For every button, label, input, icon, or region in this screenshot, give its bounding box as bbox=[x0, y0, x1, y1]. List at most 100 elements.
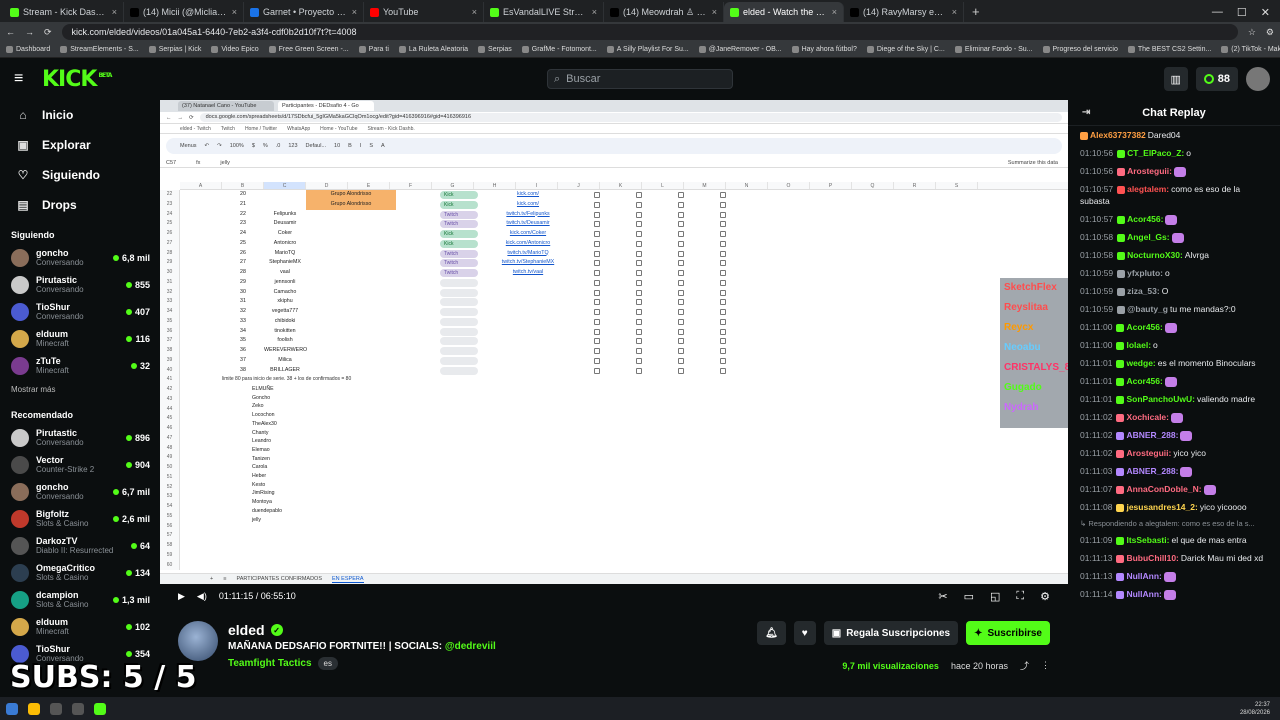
channel-item[interactable]: Bigfoltz Slots & Casino 2,6 mil bbox=[0, 505, 160, 532]
message-username[interactable]: AnnaConDoble_N: bbox=[1126, 484, 1201, 494]
address-input[interactable]: kick.com/elded/videos/01a045a1-6440-7eb2… bbox=[61, 24, 1238, 40]
browser-tab[interactable]: EsVandalLIVE Stream - Watch Li × bbox=[484, 2, 604, 22]
bookmark-item[interactable]: Video Epico bbox=[211, 46, 259, 53]
channel-item[interactable]: elduum Minecraft 116 bbox=[0, 325, 160, 352]
close-tab-icon[interactable]: × bbox=[952, 7, 957, 17]
message-username[interactable]: Acor456: bbox=[1127, 214, 1163, 224]
bookmark-item[interactable]: (2) TikTok - Make Yo... bbox=[1221, 46, 1280, 53]
minimize-icon[interactable]: — bbox=[1212, 6, 1223, 18]
bookmark-item[interactable]: Hay ahora fútbol? bbox=[791, 46, 857, 53]
streamer-avatar[interactable] bbox=[178, 621, 218, 661]
channel-item[interactable]: Pirutastic Conversando 896 bbox=[0, 424, 160, 451]
message-username[interactable]: BubuChill10: bbox=[1126, 553, 1178, 563]
bookmark-item[interactable]: Eliminar Fondo - Su... bbox=[954, 46, 1033, 53]
follow-button[interactable]: ♥ bbox=[793, 621, 816, 645]
message-username[interactable]: CT_ElPaco_Z: bbox=[1127, 148, 1184, 158]
bookmark-item[interactable]: Dashboard bbox=[6, 46, 50, 53]
bookmark-item[interactable]: @JaneRemover - OB... bbox=[698, 46, 782, 53]
clip-icon[interactable]: ✂ bbox=[938, 590, 947, 603]
browser-tab[interactable]: (14) Meowdrah ♙ (@_@) en × bbox=[604, 2, 724, 22]
subscribe-button[interactable]: ✦ Suscribirse bbox=[966, 621, 1050, 645]
message-username[interactable]: Alex63737382 bbox=[1090, 130, 1146, 140]
star-icon[interactable]: ☆ bbox=[1248, 27, 1256, 38]
close-window-icon[interactable]: ✕ bbox=[1261, 6, 1270, 19]
social-handle-link[interactable]: @dedreviil bbox=[445, 641, 496, 652]
close-tab-icon[interactable]: × bbox=[232, 7, 237, 17]
search-input[interactable]: ⌕ Buscar bbox=[547, 69, 733, 89]
message-username[interactable]: yfxpluto: bbox=[1127, 268, 1163, 278]
bookmark-item[interactable]: Serpias bbox=[478, 46, 512, 53]
nav-inicio[interactable]: ⌂ Inicio bbox=[0, 100, 160, 130]
message-username[interactable]: ziza_53: bbox=[1127, 286, 1160, 296]
channel-item[interactable]: dcampion Slots & Casino 1,3 mil bbox=[0, 586, 160, 613]
browser-tab[interactable]: (14) Micii (@Miclia00) / X × bbox=[124, 2, 244, 22]
play-icon[interactable]: ▶ bbox=[178, 591, 185, 602]
kick-logo[interactable]: KICK BETA bbox=[42, 67, 112, 92]
channel-item[interactable]: TioShur Conversando 407 bbox=[0, 298, 160, 325]
video-player[interactable]: (37) Natanael Cano - YouTube Participant… bbox=[160, 100, 1068, 608]
close-tab-icon[interactable]: × bbox=[832, 7, 837, 17]
maximize-icon[interactable]: ☐ bbox=[1237, 6, 1247, 19]
message-username[interactable]: wedge: bbox=[1126, 358, 1155, 368]
chrome-icon[interactable] bbox=[28, 702, 40, 715]
message-username[interactable]: NullAnn: bbox=[1126, 571, 1161, 581]
message-username[interactable]: Acor456: bbox=[1126, 376, 1162, 386]
nav-siguiendo[interactable]: ♡ Siguiendo bbox=[0, 160, 160, 190]
browser-tab[interactable]: YouTube × bbox=[364, 2, 484, 22]
notifications-button[interactable]: 🔔︎ bbox=[757, 621, 786, 645]
message-username[interactable]: lolael: bbox=[1126, 340, 1151, 350]
volume-icon[interactable]: ◀) bbox=[197, 591, 207, 602]
close-tab-icon[interactable]: × bbox=[472, 7, 477, 17]
bookmark-item[interactable]: Serpias | Kick bbox=[148, 46, 201, 53]
message-username[interactable]: Arosteguii: bbox=[1127, 166, 1172, 176]
show-more-link[interactable]: Mostrar más bbox=[0, 379, 160, 400]
new-tab-icon[interactable]: + bbox=[964, 2, 988, 22]
bookmark-item[interactable]: A Silly Playlist For Su... bbox=[606, 46, 689, 53]
extensions-icon[interactable]: ⚙ bbox=[1266, 27, 1274, 38]
message-username[interactable]: @bauty_g bbox=[1127, 304, 1168, 314]
message-username[interactable]: ItsSebasti: bbox=[1126, 535, 1169, 545]
app-icon[interactable] bbox=[50, 702, 62, 715]
forward-icon[interactable]: → bbox=[25, 27, 34, 37]
channel-item[interactable]: goncho Conversando 6,7 mil bbox=[0, 478, 160, 505]
bookmark-item[interactable]: The BEST CS2 Settin... bbox=[1127, 46, 1211, 53]
fullscreen-icon[interactable]: ⛶ bbox=[1016, 590, 1024, 603]
pip-icon[interactable]: ◱ bbox=[990, 590, 1000, 603]
reload-icon[interactable]: ⟳ bbox=[44, 27, 52, 38]
points-button[interactable]: 88 bbox=[1195, 67, 1238, 91]
browser-tab[interactable]: Stream - Kick Dashboard × bbox=[4, 2, 124, 22]
nav-drops[interactable]: ▤ Drops bbox=[0, 190, 160, 220]
close-tab-icon[interactable]: × bbox=[352, 7, 357, 17]
message-username[interactable]: jesusandres14_2: bbox=[1126, 502, 1197, 512]
start-icon[interactable] bbox=[6, 702, 18, 715]
message-username[interactable]: NocturnoX30: bbox=[1127, 250, 1183, 260]
browser-tab[interactable]: elded - Watch the VOD on Kick × bbox=[724, 2, 844, 22]
browser-tab[interactable]: Garnet • Proyecto K-pdf - Goo × bbox=[244, 2, 364, 22]
close-tab-icon[interactable]: × bbox=[112, 7, 117, 17]
collapse-chat-icon[interactable]: ⇥ bbox=[1082, 107, 1090, 118]
back-icon[interactable]: ← bbox=[6, 27, 15, 37]
channel-item[interactable]: OmegaCritico Slots & Casino 134 bbox=[0, 559, 160, 586]
bookmark-item[interactable]: Free Green Screen -... bbox=[268, 46, 349, 53]
message-username[interactable]: ABNER_288: bbox=[1126, 466, 1178, 476]
language-badge[interactable]: es bbox=[317, 657, 338, 670]
channel-item[interactable]: goncho Conversando 6,8 mil bbox=[0, 244, 160, 271]
message-username[interactable]: NullAnn: bbox=[1126, 589, 1161, 599]
menu-icon[interactable]: ≡ bbox=[14, 70, 28, 88]
message-username[interactable]: Acor456: bbox=[1126, 322, 1162, 332]
bookmark-item[interactable]: StreamElements - S... bbox=[60, 46, 139, 53]
channel-item[interactable]: elduum Minecraft 102 bbox=[0, 613, 160, 640]
settings-icon[interactable]: ⚙ bbox=[1040, 590, 1050, 603]
bookmark-item[interactable]: Para ti bbox=[358, 46, 389, 53]
message-username[interactable]: Angel_Gs: bbox=[1127, 232, 1170, 242]
user-avatar[interactable] bbox=[1246, 67, 1270, 91]
channel-item[interactable]: zTuTe Minecraft 32 bbox=[0, 352, 160, 379]
bookmark-item[interactable]: Progreso del servicio bbox=[1042, 46, 1118, 53]
nav-explorar[interactable]: ▣ Explorar bbox=[0, 130, 160, 160]
browser-tab[interactable]: (14) RavyMarsy en X: "Bienvenid × bbox=[844, 2, 964, 22]
app-icon[interactable] bbox=[72, 702, 84, 715]
message-username[interactable]: ABNER_288: bbox=[1126, 430, 1178, 440]
message-username[interactable]: SonPanchoUwU: bbox=[1126, 394, 1194, 404]
channel-item[interactable]: Pirutastic Conversando 855 bbox=[0, 271, 160, 298]
bookmark-item[interactable]: La Ruleta Aleatoria bbox=[398, 46, 468, 53]
